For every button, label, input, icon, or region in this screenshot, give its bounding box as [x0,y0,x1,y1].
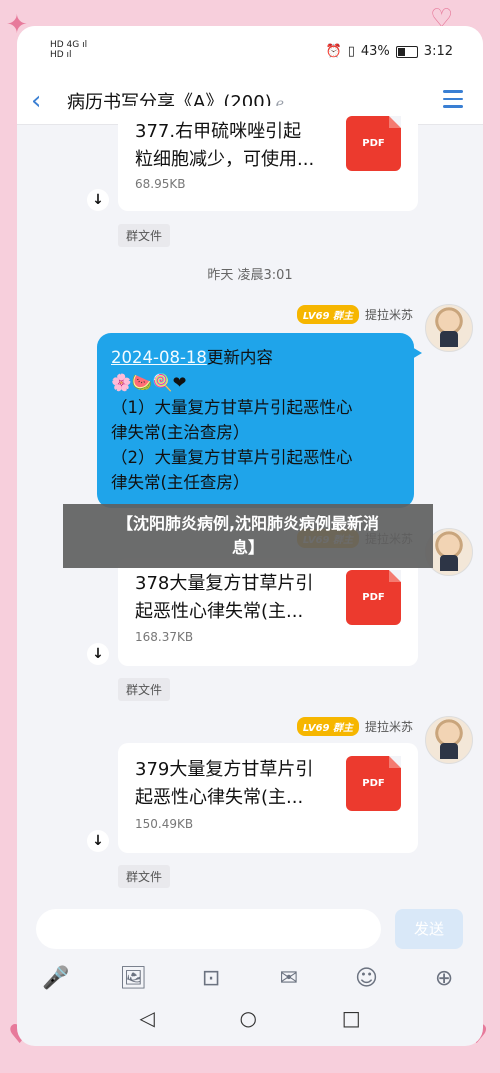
nav-back-icon[interactable]: ◁ [139,1006,154,1046]
message-input[interactable] [36,909,381,949]
vibrate-icon: ▯ [347,44,355,59]
avatar[interactable] [425,304,473,352]
pdf-icon: PDF [346,570,401,625]
download-icon[interactable]: ↓ [87,189,109,211]
clock: 3:12 [423,44,453,59]
sender-info: LV69 群主 提拉米苏 [296,305,413,324]
back-chevron-icon[interactable]: ‹ [31,86,41,116]
level-badge: LV69 群主 [296,305,359,324]
sender-name: 提拉米苏 [364,308,413,322]
signal-indicators: HD 4G ıl HD ıl [50,40,88,60]
input-toolbar: 🎤 🖼 ⊡ ✉ ☺ ⊕ [17,966,483,996]
file-size: 150.49KB [135,817,194,831]
input-bar: 发送 [17,896,483,966]
headline-overlay: 【沈阳肺炎病例,沈阳肺炎病例最新消 息】 [63,504,433,568]
file-card-377[interactable]: 377.右甲硫咪唑引起 粒细胞减少，可使用... 68.95KB PDF [118,106,418,211]
sender-info: LV69 群主 提拉米苏 [296,717,413,736]
timestamp: 昨天 凌晨3:01 [207,268,293,283]
camera-icon[interactable]: ⊡ [191,966,231,996]
alarm-icon: ⏰ [325,44,342,59]
level-badge: LV69 群主 [296,717,359,736]
download-icon[interactable]: ↓ [87,830,109,852]
source-tag: 群文件 [118,678,171,701]
status-bar: HD 4G ıl HD ıl ⏰ ▯ 43% 3:12 [17,26,483,78]
source-tag: 群文件 [118,865,171,888]
send-button[interactable]: 发送 [395,909,463,949]
sender-name: 提拉米苏 [364,720,413,734]
nav-recent-icon[interactable]: □ [342,1006,361,1046]
source-tag: 群文件 [118,224,171,247]
file-name: 377.右甲硫咪唑引起 粒细胞减少，可使用... [135,121,315,170]
emoji-icon[interactable]: ☺ [346,966,386,996]
add-icon[interactable]: ⊕ [424,966,464,996]
file-name: 378大量复方甘草片引 起恶性心律失常(主... [135,573,314,622]
text-message-bubble[interactable]: 2024-08-18更新内容 🌸🍉🍭❤ （1）大量复方甘草片引起恶性心 律失常(… [97,333,422,508]
nav-home-icon[interactable]: ○ [240,1006,257,1046]
file-card-379[interactable]: 379大量复方甘草片引 起恶性心律失常(主... 150.49KB PDF [118,743,418,853]
file-name: 379大量复方甘草片引 起恶性心律失常(主... [135,759,314,808]
battery-percent: 43% [360,44,390,59]
microphone-icon[interactable]: 🎤 [36,966,76,996]
pdf-icon: PDF [346,116,401,171]
system-nav-bar: ◁ ○ □ [17,1006,483,1046]
red-packet-icon[interactable]: ✉ [269,966,309,996]
date-link[interactable]: 2024-08-18 [111,348,207,367]
menu-icon[interactable] [443,90,463,108]
battery-icon [395,45,418,58]
file-size: 168.37KB [135,630,194,644]
file-size: 68.95KB [135,177,186,191]
avatar[interactable] [425,716,473,764]
download-icon[interactable]: ↓ [87,643,109,665]
image-icon[interactable]: 🖼 [113,966,153,996]
emoji-row: 🌸🍉🍭❤ [111,373,187,392]
pdf-icon: PDF [346,756,401,811]
file-card-378[interactable]: 378大量复方甘草片引 起恶性心律失常(主... 168.37KB PDF [118,558,418,666]
